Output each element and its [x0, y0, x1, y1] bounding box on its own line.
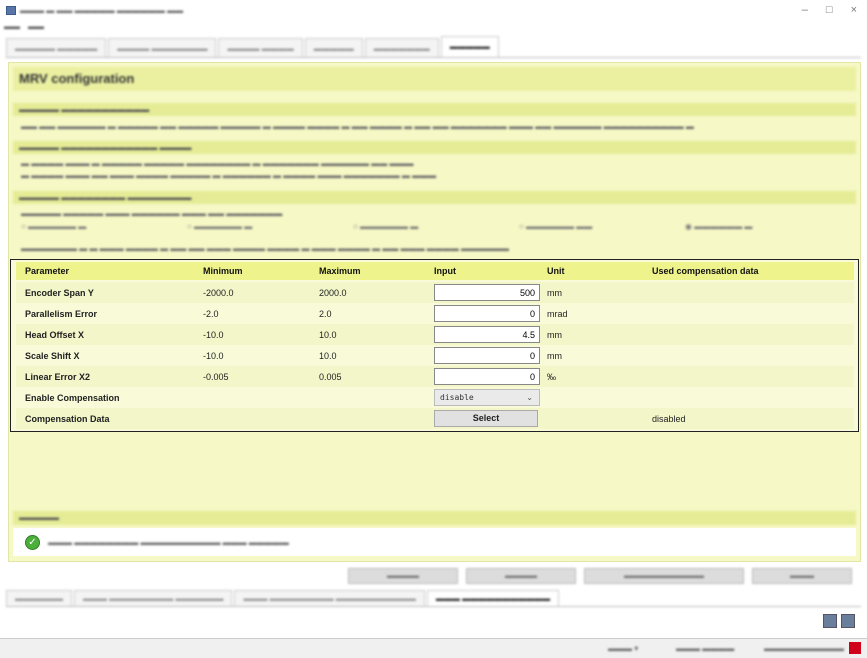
- header-unit: Unit: [547, 266, 565, 276]
- configure-button[interactable]: ▬▬▬▬▬▬▬▬▬▬: [584, 568, 744, 584]
- minimize-icon[interactable]: –: [802, 4, 808, 16]
- header-used-compensation-data: Used compensation data: [652, 266, 759, 276]
- table-row-parallelism-error: Parallelism Error -2.0 2.0 mrad: [16, 303, 854, 324]
- save-icon[interactable]: [823, 614, 837, 628]
- tab-4[interactable]: ▬▬▬▬▬: [304, 38, 363, 57]
- header-minimum: Minimum: [203, 266, 243, 276]
- check-circle-icon: ✓: [25, 534, 40, 550]
- param-maximum: 2000.0: [319, 287, 347, 298]
- param-name: Enable Compensation: [25, 392, 120, 403]
- subtab-1[interactable]: ▬▬▬▬▬▬: [6, 590, 72, 606]
- panel-title: MRV configuration: [13, 67, 856, 91]
- tab-2[interactable]: ▬▬▬▬ ▬▬▬▬▬▬▬: [108, 38, 217, 57]
- tab-3[interactable]: ▬▬▬▬ ▬▬▬▬: [218, 38, 303, 57]
- status-item-1: ▬▬▬ ▾: [608, 644, 639, 653]
- param-unit: mrad: [547, 308, 568, 319]
- header-parameter: Parameter: [25, 266, 70, 276]
- parameter-table: Parameter Minimum Maximum Input Unit Use…: [10, 259, 859, 432]
- template-radio-row: ○ ▬▬▬▬▬▬ ▬ ○ ▬▬▬▬▬▬ ▬ ○ ▬▬▬▬▬▬ ▬ ○ ▬▬▬▬▬…: [21, 222, 851, 231]
- param-unit: mm: [547, 287, 562, 298]
- tool-icons: [823, 614, 855, 628]
- subtab-mrv-configuration[interactable]: ▬▬▬ ▬▬▬▬▬▬▬▬▬▬▬: [426, 590, 560, 606]
- enable-compensation-select[interactable]: disable ⌄: [434, 389, 540, 406]
- used-compensation-value: disabled: [652, 413, 686, 424]
- table-row-head-offset-x: Head Offset X -10.0 10.0 mm: [16, 324, 854, 345]
- maximize-icon[interactable]: □: [826, 4, 833, 16]
- load-button[interactable]: ▬▬▬▬: [348, 568, 458, 584]
- parallelism-error-input[interactable]: [434, 305, 540, 322]
- encoder-span-y-input[interactable]: [434, 284, 540, 301]
- action-button-bar: ▬▬▬▬ ▬▬▬▬ ▬▬▬▬▬▬▬▬▬▬ ▬▬▬: [8, 566, 861, 586]
- close-icon[interactable]: ×: [851, 4, 857, 16]
- menu-item-file[interactable]: ▬▬: [4, 22, 20, 32]
- select-compensation-data-button[interactable]: Select: [434, 410, 538, 427]
- table-row-encoder-span-y: Encoder Span Y -2000.0 2000.0 mm: [16, 282, 854, 303]
- param-unit: ‰: [547, 371, 556, 382]
- param-minimum: -2000.0: [203, 287, 234, 298]
- loaded-configuration-text: ▬▬ ▬▬ ▬▬▬▬▬▬ ▬ ▬▬▬▬▬ ▬▬ ▬▬▬▬▬ ▬▬▬▬▬ ▬ ▬▬…: [21, 122, 694, 131]
- status-header: ▬▬▬▬▬: [13, 511, 856, 525]
- param-name: Linear Error X2: [25, 371, 91, 382]
- menu-item-help[interactable]: ▬▬: [28, 22, 44, 32]
- param-unit: mm: [547, 350, 562, 361]
- subtab-2[interactable]: ▬▬▬ ▬▬▬▬▬▬▬▬ ▬▬▬▬▬▬: [74, 590, 233, 606]
- menu-bar: ▬▬ ▬▬: [4, 22, 44, 32]
- status-item-3: ▬▬▬▬▬▬▬▬▬▬: [764, 644, 844, 653]
- param-name: Scale Shift X: [25, 350, 80, 361]
- loaded-compensation-text: ▬ ▬▬▬▬ ▬▬▬ ▬ ▬▬▬▬▬ ▬▬▬▬▬ ▬▬▬▬▬▬▬▬ ▬ ▬▬▬▬…: [21, 159, 437, 180]
- header-maximum: Maximum: [319, 266, 361, 276]
- template-radio-2[interactable]: ○ ▬▬▬▬▬▬ ▬: [187, 222, 353, 231]
- table-header-row: Parameter Minimum Maximum Input Unit Use…: [16, 262, 854, 280]
- status-message-box: ✓ ▬▬▬ ▬▬▬▬▬▬▬▬ ▬▬▬▬▬▬▬▬▬▬ ▬▬▬ ▬▬▬▬▬: [13, 528, 856, 556]
- loaded-compensation-header: ▬▬▬▬▬ ▬▬▬▬▬▬▬▬▬▬▬▬ ▬▬▬▬: [13, 141, 856, 154]
- bottom-tab-strip: ▬▬▬▬▬▬ ▬▬▬ ▬▬▬▬▬▬▬▬ ▬▬▬▬▬▬ ▬▬▬ ▬▬▬▬▬▬▬▬ …: [6, 589, 861, 607]
- template-radio-3[interactable]: ○ ▬▬▬▬▬▬ ▬: [353, 222, 519, 231]
- header-input: Input: [434, 266, 456, 276]
- template-radio-4[interactable]: ○ ▬▬▬▬▬▬ ▬▬: [519, 222, 685, 231]
- tools-icon[interactable]: [841, 614, 855, 628]
- head-offset-x-input[interactable]: [434, 326, 540, 343]
- param-name: Parallelism Error: [25, 308, 98, 319]
- param-name: Head Offset X: [25, 329, 85, 340]
- param-maximum: 10.0: [319, 329, 337, 340]
- status-bar: ▬▬▬ ▾ ▬▬▬ ▬▬▬▬ ▬▬▬▬▬▬▬▬▬▬: [0, 638, 867, 658]
- chevron-down-icon: ⌄: [526, 393, 533, 402]
- param-unit: mm: [547, 329, 562, 340]
- param-name: Encoder Span Y: [25, 287, 94, 298]
- param-minimum: -0.005: [203, 371, 229, 382]
- table-row-scale-shift-x: Scale Shift X -10.0 10.0 mm: [16, 345, 854, 366]
- template-radio-1[interactable]: ○ ▬▬▬▬▬▬ ▬: [21, 222, 187, 231]
- param-minimum: -10.0: [203, 350, 224, 361]
- param-minimum: -2.0: [203, 308, 219, 319]
- table-row-enable-compensation: Enable Compensation disable ⌄: [16, 387, 854, 408]
- param-minimum: -10.0: [203, 329, 224, 340]
- param-maximum: 0.005: [319, 371, 342, 382]
- param-maximum: 2.0: [319, 308, 332, 319]
- save-button[interactable]: ▬▬▬▬: [466, 568, 576, 584]
- select-template-hint: ▬▬▬▬▬ ▬▬▬▬▬ ▬▬▬ ▬▬▬▬▬▬ ▬▬▬ ▬▬ ▬▬▬▬▬▬▬: [21, 209, 283, 218]
- param-name: Compensation Data: [25, 413, 110, 424]
- select-mounting-template-header: ▬▬▬▬▬ ▬▬▬▬▬▬▬▬ ▬▬▬▬▬▬▬▬: [13, 191, 856, 204]
- scale-shift-x-input[interactable]: [434, 347, 540, 364]
- error-indicator-icon: [849, 642, 861, 654]
- param-maximum: 10.0: [319, 350, 337, 361]
- table-row-linear-error-x2: Linear Error X2 -0.005 0.005 ‰: [16, 366, 854, 387]
- tab-1[interactable]: ▬▬▬▬▬ ▬▬▬▬▬: [6, 38, 107, 57]
- loaded-configuration-header: ▬▬▬▬▬ ▬▬▬▬▬▬▬▬▬▬▬: [13, 103, 856, 116]
- exit-button[interactable]: ▬▬▬: [752, 568, 852, 584]
- title-bar: ▬▬▬ ▬ ▬▬ ▬▬▬▬▬ ▬▬▬▬▬▬ ▬▬ – □ ×: [0, 0, 867, 20]
- top-tab-strip: ▬▬▬▬▬ ▬▬▬▬▬ ▬▬▬▬ ▬▬▬▬▬▬▬ ▬▬▬▬ ▬▬▬▬ ▬▬▬▬▬…: [6, 36, 861, 58]
- template-radio-5[interactable]: ◉ ▬▬▬▬▬▬ ▬: [685, 222, 851, 231]
- tab-wizards[interactable]: ▬▬▬▬▬: [440, 36, 499, 57]
- window-title: ▬▬▬ ▬ ▬▬ ▬▬▬▬▬ ▬▬▬▬▬▬ ▬▬: [20, 5, 184, 15]
- select-value: disable: [440, 393, 474, 402]
- linear-error-x2-input[interactable]: [434, 368, 540, 385]
- app-icon: [6, 5, 16, 15]
- template-description: ▬▬▬▬▬▬▬ ▬ ▬ ▬▬▬ ▬▬▬▬ ▬ ▬▬ ▬▬ ▬▬▬ ▬▬▬▬ ▬▬…: [21, 244, 510, 253]
- status-message: ▬▬▬ ▬▬▬▬▬▬▬▬ ▬▬▬▬▬▬▬▬▬▬ ▬▬▬ ▬▬▬▬▬: [48, 537, 289, 547]
- table-row-compensation-data: Compensation Data Select disabled: [16, 408, 854, 429]
- status-item-2: ▬▬▬ ▬▬▬▬: [676, 644, 735, 653]
- tab-5[interactable]: ▬▬▬▬▬▬▬: [364, 38, 439, 57]
- subtab-3[interactable]: ▬▬▬ ▬▬▬▬▬▬▬▬ ▬▬▬▬▬▬▬▬▬▬: [234, 590, 425, 606]
